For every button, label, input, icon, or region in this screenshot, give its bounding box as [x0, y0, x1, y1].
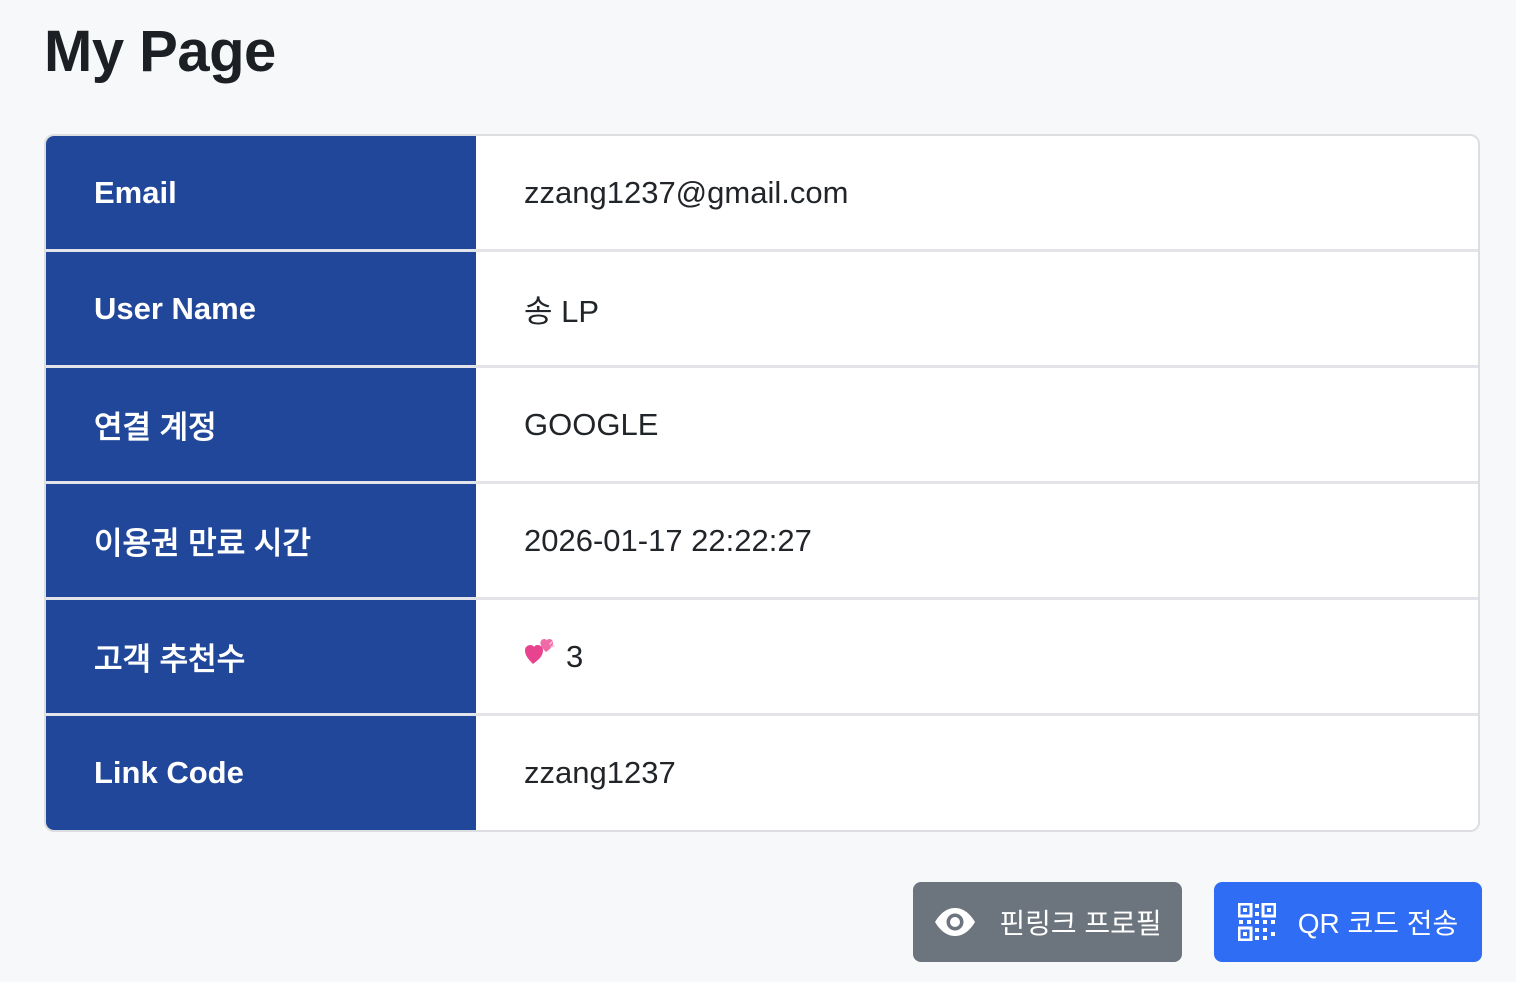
user-name-label: User Name [46, 252, 476, 365]
send-qr-code-label: QR 코드 전송 [1297, 908, 1459, 939]
two-hearts-icon [524, 638, 556, 675]
page-title: My Page [44, 19, 276, 84]
pinlink-profile-label: 핀링크 프로필 [999, 908, 1162, 939]
linked-account-value: GOOGLE [476, 368, 1478, 481]
recommend-count-row: 고객 추천수 3 [46, 600, 1478, 716]
expiry-time-row: 이용권 만료 시간 2026-01-17 22:22:27 [46, 484, 1478, 600]
qr-code-icon [1237, 903, 1276, 941]
profile-info-table: Email zzang1237@gmail.com User Name 송 LP… [44, 134, 1480, 832]
user-name-value: 송 LP [476, 252, 1478, 365]
email-value: zzang1237@gmail.com [476, 136, 1478, 249]
expiry-time-value: 2026-01-17 22:22:27 [476, 484, 1478, 597]
recommend-count-value: 3 [566, 638, 584, 674]
link-code-label: Link Code [46, 716, 476, 830]
expiry-time-label: 이용권 만료 시간 [46, 484, 476, 597]
link-code-row: Link Code zzang1237 [46, 716, 1478, 830]
eye-icon [933, 907, 977, 937]
recommend-count-label: 고객 추천수 [46, 600, 476, 713]
send-qr-code-button[interactable]: QR 코드 전송 [1214, 882, 1482, 962]
linked-account-label: 연결 계정 [46, 368, 476, 481]
recommend-count-cell: 3 [476, 600, 1478, 713]
linked-account-row: 연결 계정 GOOGLE [46, 368, 1478, 484]
email-label: Email [46, 136, 476, 249]
user-name-row: User Name 송 LP [46, 252, 1478, 368]
pinlink-profile-button[interactable]: 핀링크 프로필 [913, 882, 1182, 962]
link-code-value: zzang1237 [476, 716, 1478, 830]
email-row: Email zzang1237@gmail.com [46, 136, 1478, 252]
